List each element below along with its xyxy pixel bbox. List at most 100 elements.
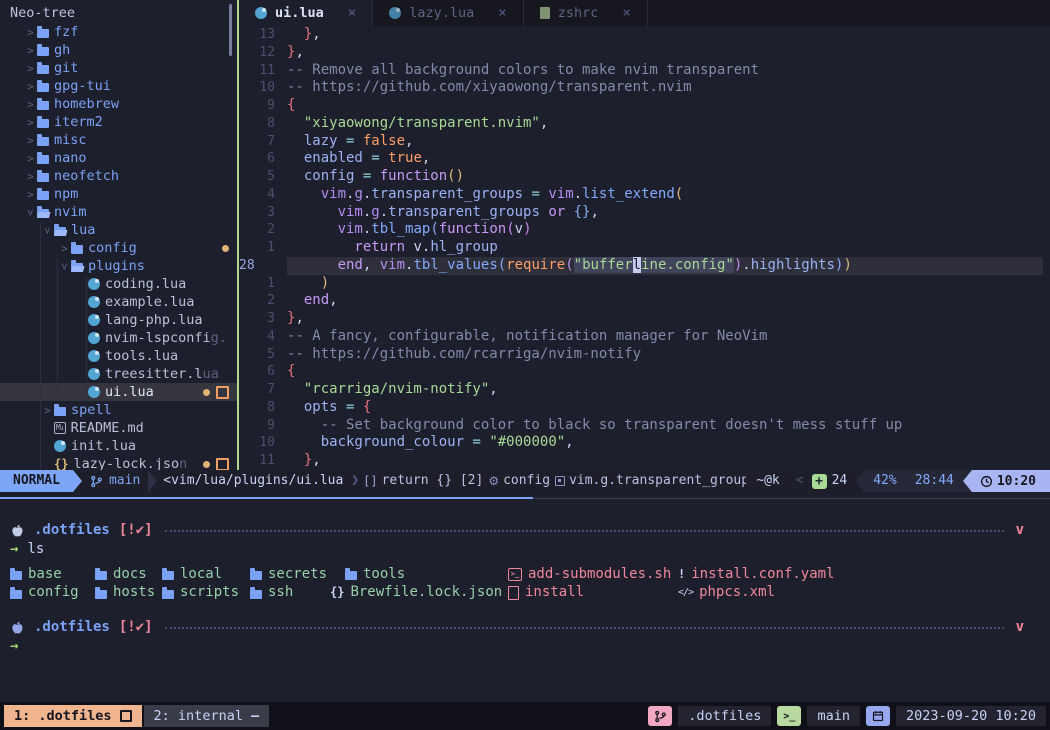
chevron-right-icon[interactable]: >: [41, 404, 54, 417]
tab-ui.lua[interactable]: ui.lua×: [239, 0, 373, 26]
chevron-down-icon[interactable]: >: [24, 206, 37, 219]
breadcrumb-item: vim.g.transparent_groups: [555, 470, 746, 492]
line-number: 1: [239, 275, 277, 293]
chevron-right-icon[interactable]: >: [24, 44, 37, 57]
ls-entry-install.conf.yaml: !install.conf.yaml: [678, 565, 835, 584]
tree-item-spell[interactable]: >spell: [0, 401, 237, 419]
code-line[interactable]: 4-- A fancy, configurable, notification …: [239, 328, 1050, 346]
tree-item-lazy-lock.jso[interactable]: {}lazy-lock.json: [0, 455, 237, 470]
chevron-right-icon[interactable]: >: [24, 26, 37, 39]
tree-item-config[interactable]: >config: [0, 239, 237, 257]
tree-item-tools.lua[interactable]: tools.lua: [0, 347, 237, 365]
code-line[interactable]: 9{: [239, 97, 1050, 115]
breadcrumb-item: ⚙config: [488, 470, 550, 492]
tree-item-treesitter.l[interactable]: treesitter.lua: [0, 365, 237, 383]
tree-item-nano[interactable]: >nano: [0, 149, 237, 167]
chevron-right-icon[interactable]: >: [24, 188, 37, 201]
tree-item-nvim-lspconfi[interactable]: nvim-lspconfig.: [0, 329, 237, 347]
code-line[interactable]: 6{: [239, 363, 1050, 381]
chevron-right-icon[interactable]: >: [24, 116, 37, 129]
code-line[interactable]: 7 "rcarriga/nvim-notify",: [239, 381, 1050, 399]
tree-item-lang-php.lua[interactable]: lang-php.lua: [0, 311, 237, 329]
tree-item-neofetch[interactable]: >neofetch: [0, 167, 237, 185]
neotree-title: Neo-tree: [0, 0, 237, 23]
code-line[interactable]: 5 config = function(): [239, 168, 1050, 186]
code-line[interactable]: 13 },: [239, 26, 1050, 44]
term-icon: >_: [508, 568, 522, 581]
tab-zshrc[interactable]: zshrc ×: [524, 0, 648, 26]
code-line[interactable]: 3 vim.g.transparent_groups or {},: [239, 204, 1050, 222]
tree-item-plugins[interactable]: >plugins: [0, 257, 237, 275]
prompt-dotted-fill: [165, 627, 1004, 629]
chevron-right-icon[interactable]: >: [24, 170, 37, 183]
position-segment: 42% 28:44: [864, 470, 972, 492]
tree-item-coding.lua[interactable]: coding.lua: [0, 275, 237, 293]
chevron-right-icon[interactable]: >: [58, 242, 71, 255]
ls-entry-label: ssh: [268, 583, 293, 602]
tree-item-nvim[interactable]: >nvim: [0, 203, 237, 221]
code-line[interactable]: 1 ): [239, 275, 1050, 293]
tab-lazy.lua[interactable]: lazy.lua×: [373, 0, 523, 26]
tree-item-gpg-tui[interactable]: >gpg-tui: [0, 77, 237, 95]
line-number: 8: [239, 115, 277, 133]
code-line[interactable]: 2 end,: [239, 292, 1050, 310]
tree-item-npm[interactable]: > npm: [0, 185, 237, 203]
folder-icon: [10, 571, 22, 580]
tree-item-README.md[interactable]: M↓README.md: [0, 419, 237, 437]
code-line[interactable]: 10 background_colour = "#000000",: [239, 434, 1050, 452]
chevron-right-icon[interactable]: >: [24, 80, 37, 93]
tab-close-icon[interactable]: ×: [622, 5, 630, 21]
code-line[interactable]: 28 end, vim.tbl_values(require("bufferli…: [239, 257, 1050, 275]
code-line[interactable]: 9 -- Set background color to black so tr…: [239, 417, 1050, 435]
tree-item-git[interactable]: >git: [0, 59, 237, 77]
code-line[interactable]: 2 vim.tbl_map(function(v): [239, 221, 1050, 239]
chevron-down-icon[interactable]: >: [41, 224, 54, 237]
chevron-right-icon[interactable]: >: [24, 134, 37, 147]
tab-close-icon[interactable]: ×: [348, 5, 356, 21]
tabline: ui.lua×lazy.lua× zshrc ×: [239, 0, 1050, 26]
tree-item-example.lua[interactable]: example.lua: [0, 293, 237, 311]
clock-icon: [980, 475, 993, 488]
tree-item-badges: [222, 245, 229, 252]
code-line[interactable]: 11 },: [239, 452, 1050, 470]
statusline-right: ~@k < + 24 42% 28:44 10:20: [746, 470, 1050, 492]
tree-item-label: npm: [54, 186, 78, 202]
code-line[interactable]: 10-- https://github.com/xiyaowong/transp…: [239, 79, 1050, 97]
code-line[interactable]: 6 enabled = true,: [239, 150, 1050, 168]
chevron-right-icon[interactable]: >: [24, 98, 37, 111]
code-buffer[interactable]: 13 },12},11-- Remove all background colo…: [239, 26, 1050, 470]
tree-item-ui.lua[interactable]: ui.lua: [0, 383, 237, 401]
code-line[interactable]: 8 opts = {: [239, 399, 1050, 417]
shell-pane[interactable]: .dotfiles[!✔]v → ls basedocslocalsecrets…: [0, 499, 1050, 702]
folder-icon: [37, 119, 49, 128]
code-line[interactable]: 12},: [239, 44, 1050, 62]
chevron-down-icon[interactable]: >: [58, 260, 71, 273]
ls-entry-label: add-submodules.sh: [528, 565, 671, 584]
sign-column: [277, 97, 287, 115]
tmux-window-1-dotfiles[interactable]: 1: .dotfiles: [4, 705, 142, 727]
tab-label: zshrc: [558, 5, 599, 21]
tmux-window-2-internal[interactable]: 2: internal–: [144, 705, 270, 727]
tree-item-iterm2[interactable]: >iterm2: [0, 113, 237, 131]
tree-item-misc[interactable]: >misc: [0, 131, 237, 149]
ls-entry-label: hosts: [113, 583, 155, 602]
code-line[interactable]: 5-- https://github.com/rcarriga/nvim-not…: [239, 346, 1050, 364]
tree-item-lua[interactable]: >lua: [0, 221, 237, 239]
tab-close-icon[interactable]: ×: [498, 5, 506, 21]
chevron-right-icon[interactable]: >: [24, 62, 37, 75]
code-line[interactable]: 3},: [239, 310, 1050, 328]
tree-item-gh[interactable]: >gh: [0, 41, 237, 59]
chevron-right-icon[interactable]: >: [24, 152, 37, 165]
pane-border[interactable]: [0, 492, 1050, 499]
code-line[interactable]: 11-- Remove all background colors to mak…: [239, 62, 1050, 80]
tree-item-label: lazy-lock.json: [73, 456, 187, 470]
code-line[interactable]: 1 return v.hl_group: [239, 239, 1050, 257]
tree-item-fzf[interactable]: >fzf: [0, 23, 237, 41]
braces-icon: {}: [330, 583, 344, 602]
code-line[interactable]: 8 "xiyaowong/transparent.nvim",: [239, 115, 1050, 133]
tree-item-init.lua[interactable]: init.lua: [0, 437, 237, 455]
tree-item-homebrew[interactable]: >homebrew: [0, 95, 237, 113]
sidebar-scrollbar[interactable]: [229, 4, 232, 56]
code-line[interactable]: 7 lazy = false,: [239, 133, 1050, 151]
code-line[interactable]: 4 vim.g.transparent_groups = vim.list_ex…: [239, 186, 1050, 204]
